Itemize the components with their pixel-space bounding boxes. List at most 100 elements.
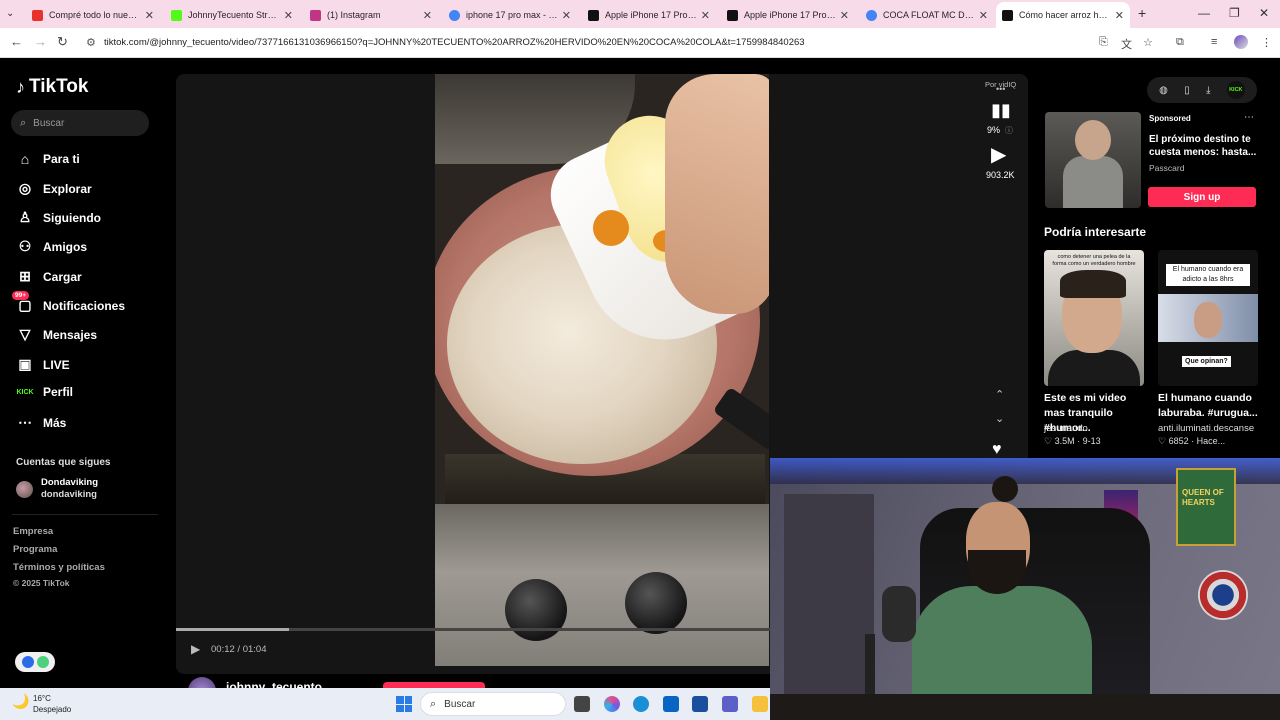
- coin-icon[interactable]: ◍: [1159, 85, 1168, 96]
- close-tab-icon[interactable]: ✕: [840, 9, 849, 22]
- mobile-icon[interactable]: ▯: [1184, 85, 1190, 96]
- store-icon[interactable]: [692, 696, 708, 712]
- nav-para-ti[interactable]: ⌂ Para ti: [16, 151, 80, 167]
- weather-moon-icon[interactable]: 🌙: [12, 693, 29, 710]
- search-input[interactable]: [33, 117, 134, 129]
- forward-icon[interactable]: →: [34, 34, 47, 49]
- followed-account[interactable]: Dondaviking dondaviking: [16, 477, 98, 501]
- nav-mensajes[interactable]: ▽ Mensajes: [16, 326, 97, 343]
- browser-tab[interactable]: (1) Instagram ✕: [304, 4, 438, 26]
- extensions-icon[interactable]: ⧉: [1176, 36, 1184, 49]
- browser-tab[interactable]: Apple iPhone 17 Pro Max✕: [582, 4, 716, 26]
- video-progress-bar[interactable]: [176, 628, 770, 631]
- video-time: 00:12 / 01:04: [211, 644, 267, 655]
- sign-up-button[interactable]: Sign up: [1148, 187, 1256, 207]
- youtube-icon: [32, 9, 43, 21]
- download-icon[interactable]: ⤓: [1206, 85, 1210, 96]
- reload-icon[interactable]: ↻: [57, 34, 68, 50]
- browser-tab[interactable]: iphone 17 pro max - Busc✕: [443, 4, 577, 26]
- suggested-video-thumbnail[interactable]: El humano cuando era adicto a las 8hrs Q…: [1158, 250, 1258, 386]
- minimize-icon[interactable]: —: [1198, 6, 1210, 20]
- nav-amigos[interactable]: ⚇ Amigos: [16, 238, 87, 255]
- weather-widget[interactable]: 16°C Despejado: [33, 693, 71, 715]
- tab-search-icon[interactable]: ⌄: [6, 8, 14, 19]
- close-tab-icon[interactable]: ✕: [1115, 9, 1124, 22]
- browser-tab[interactable]: JohnnyTecuento Stream ✕: [165, 4, 299, 26]
- suggested-video-stats: ♡ 6852 · Hace...: [1158, 436, 1226, 446]
- notification-badge: 99+: [12, 291, 30, 300]
- close-tab-icon[interactable]: ✕: [284, 9, 293, 22]
- chevron-down-icon[interactable]: ⌄: [995, 412, 1004, 425]
- suggested-video-title[interactable]: El humano cuando laburaba. #urugua...: [1158, 391, 1260, 421]
- chevron-up-icon[interactable]: ⌃: [995, 388, 1004, 401]
- browser-tab[interactable]: Compré todo lo nuevo de ✕: [26, 4, 160, 26]
- search-box[interactable]: ⌕: [11, 110, 149, 136]
- extension-icon: [36, 656, 49, 668]
- windows-start-icon[interactable]: [396, 696, 412, 712]
- close-tab-icon[interactable]: ✕: [979, 9, 988, 22]
- restore-icon[interactable]: ❐: [1229, 6, 1240, 20]
- footer-link-programa[interactable]: Programa: [13, 544, 57, 555]
- browser-tab[interactable]: Apple iPhone 17 Pro Max✕: [721, 4, 855, 26]
- nav-notificaciones[interactable]: ▢ 99+ Notificaciones: [12, 291, 125, 314]
- kick-avatar-icon[interactable]: KICK: [1226, 81, 1245, 99]
- suggested-video-author[interactable]: jesunando: [1044, 423, 1088, 434]
- video-frame[interactable]: [435, 74, 769, 666]
- nav-mas[interactable]: ⋯ Más: [16, 414, 66, 431]
- close-tab-icon[interactable]: ✕: [701, 9, 710, 22]
- like-heart-icon[interactable]: ♥: [992, 441, 1002, 459]
- tiktok-icon: [1002, 9, 1013, 21]
- close-window-icon[interactable]: ✕: [1259, 6, 1269, 20]
- close-tab-icon[interactable]: ✕: [423, 9, 432, 22]
- taskbar-search[interactable]: ⌕ Buscar: [420, 692, 566, 716]
- outlook-icon[interactable]: [663, 696, 679, 712]
- bookmark-star-icon[interactable]: ☆: [1143, 36, 1153, 49]
- reading-list-icon[interactable]: ≡: [1211, 36, 1217, 48]
- close-tab-icon[interactable]: ✕: [145, 9, 154, 22]
- heart-outline-icon: ♡: [1044, 436, 1053, 446]
- queen-of-hearts-poster: QUEEN OF HEARTS: [1176, 468, 1236, 546]
- vidiq-menu-icon[interactable]: •••: [996, 84, 1005, 94]
- site-info-icon[interactable]: ⚙: [86, 36, 96, 49]
- footer-link-empresa[interactable]: Empresa: [13, 526, 53, 537]
- ad-thumbnail[interactable]: [1045, 112, 1141, 208]
- apple-site-icon: [588, 9, 599, 21]
- suggested-video-author[interactable]: anti.iluminati.descanse: [1158, 423, 1254, 434]
- nav-perfil[interactable]: KICK Perfil: [16, 385, 73, 399]
- browser-tab-active[interactable]: Cómo hacer arroz hervid ✕: [996, 2, 1130, 28]
- extension-icon: [21, 656, 34, 668]
- suggested-video-thumbnail[interactable]: como detener una pelea de la forma como …: [1044, 250, 1144, 386]
- nav-siguiendo[interactable]: ♙ Siguiendo: [16, 209, 101, 226]
- vidiq-score: 9%: [987, 125, 1001, 135]
- translate-icon[interactable]: 文: [1121, 36, 1132, 52]
- ad-more-icon[interactable]: ⋯: [1244, 112, 1254, 123]
- ad-title[interactable]: El próximo destino te cuesta menos: hast…: [1149, 133, 1259, 159]
- task-view-icon[interactable]: [574, 696, 590, 712]
- close-tab-icon[interactable]: ✕: [562, 9, 571, 22]
- back-icon[interactable]: ←: [10, 34, 23, 49]
- info-icon[interactable]: ⓘ: [1005, 125, 1013, 136]
- sponsored-label: Sponsored: [1149, 114, 1191, 123]
- more-icon: ⋯: [18, 414, 32, 430]
- browser-tab[interactable]: COCA FLOAT MC DONAL✕: [860, 4, 994, 26]
- play-icon[interactable]: ▶: [191, 642, 200, 656]
- copilot-icon[interactable]: [604, 696, 620, 712]
- chrome-menu-icon[interactable]: ⋮: [1261, 36, 1272, 49]
- tiktok-note-icon: ♪: [16, 76, 25, 97]
- nav-explorar[interactable]: ◎ Explorar: [16, 180, 92, 197]
- url-field[interactable]: tiktok.com/@johnny_tecuento/video/737716…: [104, 37, 805, 48]
- file-explorer-icon[interactable]: [752, 696, 768, 712]
- edge-icon[interactable]: [633, 696, 649, 712]
- nav-live[interactable]: ▣ LIVE: [16, 356, 69, 373]
- view-count: 903.2K: [986, 170, 1015, 180]
- footer-link-terminos[interactable]: Términos y políticas: [13, 562, 105, 573]
- profile-avatar[interactable]: [1234, 35, 1248, 49]
- tiktok-logo[interactable]: ♪ TikTok: [16, 76, 88, 98]
- following-icon: ♙: [18, 209, 32, 225]
- install-app-icon[interactable]: ⎘: [1099, 36, 1108, 49]
- new-tab-button[interactable]: +: [1138, 5, 1146, 21]
- extension-widget[interactable]: [15, 652, 55, 672]
- teams-icon[interactable]: [722, 696, 738, 712]
- windows-taskbar: 🌙 16°C Despejado ⌕ Buscar: [0, 688, 770, 720]
- nav-cargar[interactable]: ⊞ Cargar: [16, 268, 82, 285]
